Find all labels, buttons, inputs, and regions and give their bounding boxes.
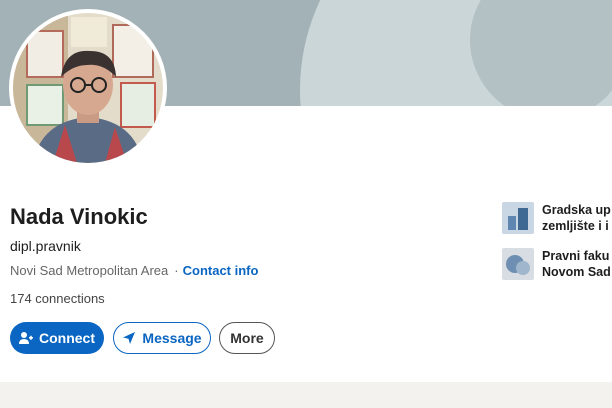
contact-info-link[interactable]: Contact info [183, 263, 259, 278]
experience-2-line1: Pravni faku [542, 249, 610, 263]
avatar[interactable] [13, 13, 163, 163]
more-label: More [230, 330, 264, 346]
message-label: Message [142, 330, 202, 346]
location-separator: · [174, 263, 179, 278]
profile-location: Novi Sad Metropolitan Area [10, 263, 169, 278]
send-icon [122, 331, 136, 345]
profile-headline: dipl.pravnik [10, 238, 81, 254]
profile-name: Nada Vinokic [10, 204, 148, 229]
experience-1-line2: zemljište i i [542, 219, 609, 233]
profile-card: Nada Vinokic dipl.pravnik Novi Sad Metro… [0, 0, 612, 382]
more-button[interactable]: More [219, 322, 275, 354]
connect-label: Connect [39, 330, 95, 346]
experience-item-2[interactable]: Pravni faku Novom Sad [502, 248, 611, 280]
experience-2-line2: Novom Sad [542, 265, 611, 279]
location-row: Novi Sad Metropolitan Area · Contact info [10, 263, 258, 278]
connect-button[interactable]: Connect [10, 322, 104, 354]
connections-count[interactable]: 174 connections [10, 291, 105, 306]
message-button[interactable]: Message [113, 322, 211, 354]
experience-1-line1: Gradska up [542, 203, 611, 217]
add-person-icon [19, 331, 33, 345]
company-logo [502, 202, 534, 234]
experience-item-1[interactable]: Gradska up zemljište i i [502, 202, 611, 234]
school-logo [502, 248, 534, 280]
